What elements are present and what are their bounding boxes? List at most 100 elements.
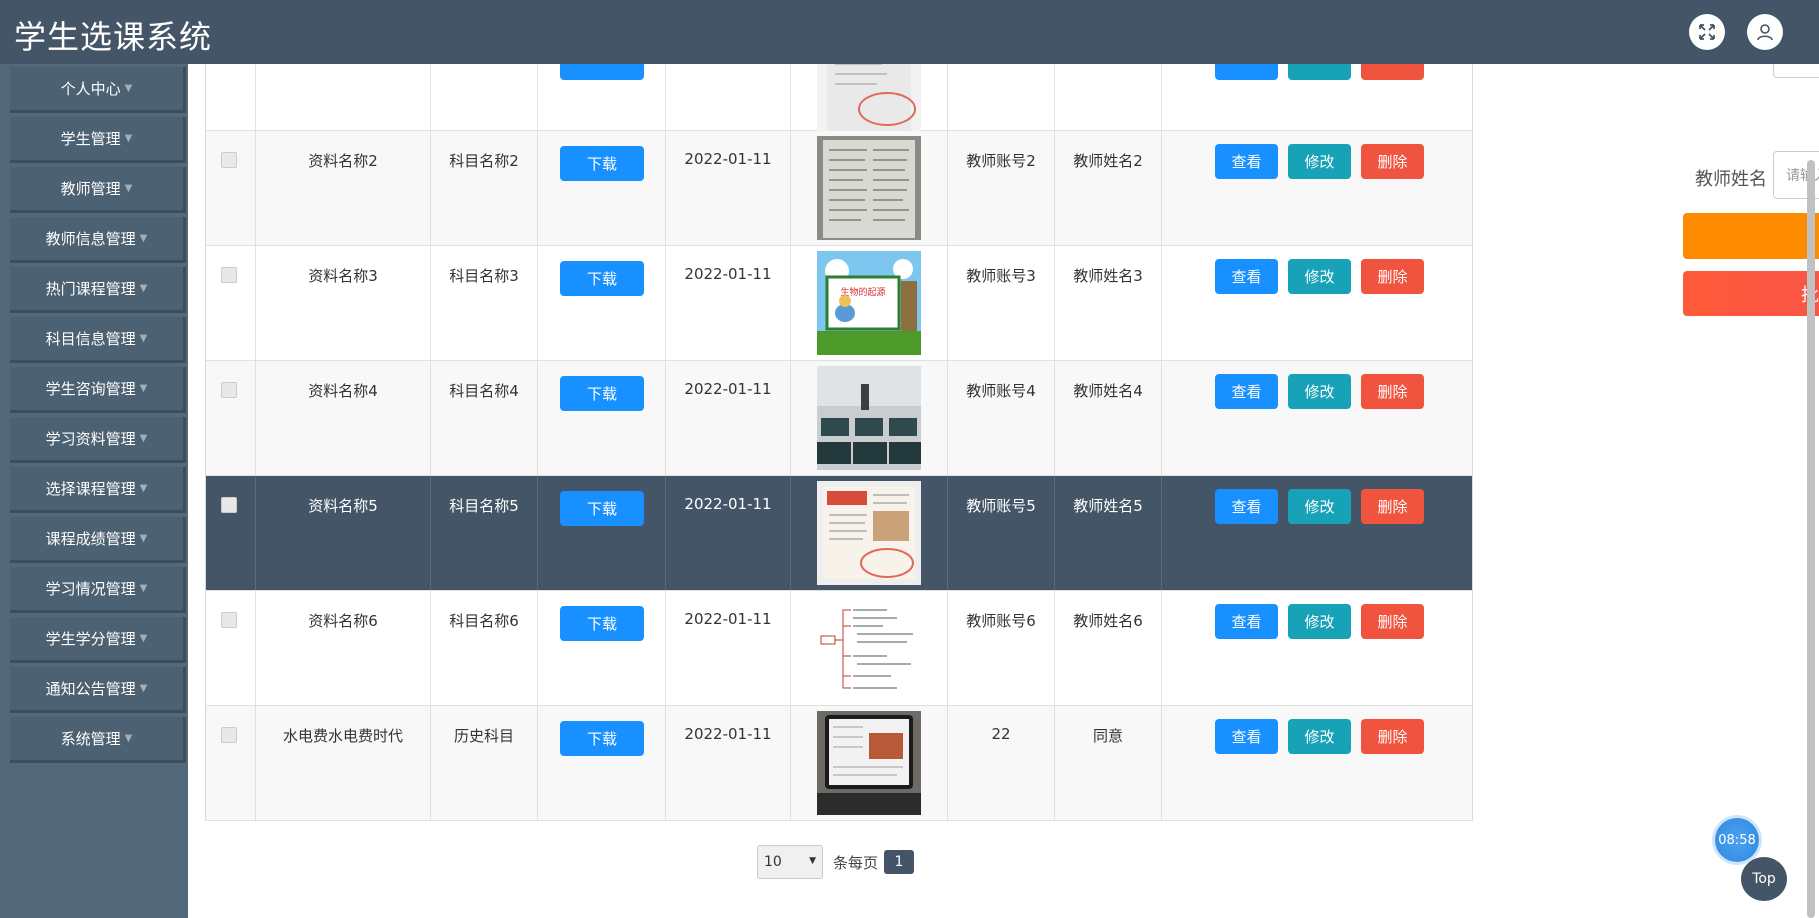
- sidebar-item-label: 学习资料管理: [45, 430, 136, 448]
- batch-delete-button[interactable]: 批量删除: [1683, 271, 1819, 316]
- sidebar-item-hot-courses[interactable]: 热门课程管理 ▼: [10, 267, 186, 313]
- upload-date: 2022-01-11: [666, 246, 791, 360]
- subject-name: 科目名称4: [431, 361, 538, 475]
- teacher-account: 22: [948, 706, 1055, 820]
- delete-button[interactable]: 删除: [1361, 374, 1424, 409]
- edit-button[interactable]: 修改: [1288, 604, 1351, 639]
- chevron-down-icon: ▼: [139, 433, 148, 444]
- delete-button[interactable]: [1361, 64, 1424, 80]
- sidebar-item-subject-info[interactable]: 科目信息管理 ▼: [10, 317, 186, 363]
- page-number-button[interactable]: 1: [884, 850, 915, 874]
- download-button[interactable]: [560, 64, 644, 80]
- sidebar-item-course-selection[interactable]: 选择课程管理 ▼: [10, 467, 186, 513]
- page-size-select[interactable]: 10 ▼: [757, 845, 823, 879]
- query-button[interactable]: 查询: [1683, 213, 1819, 259]
- top-bar: 学生选课系统: [0, 0, 1819, 64]
- view-button[interactable]: 查看: [1215, 259, 1278, 294]
- subject-name: 科目名称5: [431, 476, 538, 590]
- download-button[interactable]: 下载: [560, 721, 644, 756]
- edit-button[interactable]: 修改: [1288, 374, 1351, 409]
- download-button[interactable]: 下载: [560, 146, 644, 181]
- table-row: 资料名称5 科目名称5 下载 2022-01-11 教师账号5 教师姓名5 查看…: [205, 476, 1473, 591]
- sidebar-item-label: 个人中心: [60, 80, 121, 98]
- user-icon[interactable]: [1747, 14, 1783, 50]
- sidebar-item-students[interactable]: 学生管理 ▼: [10, 117, 186, 163]
- download-button[interactable]: 下载: [560, 261, 644, 296]
- sidebar-item-label: 学生学分管理: [45, 630, 136, 648]
- sidebar-item-materials[interactable]: 学习资料管理 ▼: [10, 417, 186, 463]
- row-checkbox[interactable]: [221, 727, 237, 743]
- sidebar-item-label: 科目信息管理: [45, 330, 136, 348]
- sidebar-item-announcements[interactable]: 通知公告管理 ▼: [10, 667, 186, 713]
- view-button[interactable]: [1215, 64, 1278, 80]
- sidebar-item-teacher-info[interactable]: 教师信息管理 ▼: [10, 217, 186, 263]
- view-button[interactable]: 查看: [1215, 719, 1278, 754]
- sidebar-item-credits[interactable]: 学生学分管理 ▼: [10, 617, 186, 663]
- row-checkbox[interactable]: [221, 612, 237, 628]
- back-to-top-button[interactable]: Top: [1741, 857, 1787, 901]
- chevron-down-icon: ▼: [124, 183, 133, 194]
- table-row: 资料名称6 科目名称6 下载 2022-01-11 教师账号6 教师姓名6 查看…: [205, 591, 1473, 706]
- page-size-value: 10: [764, 854, 782, 870]
- teacher-name: 教师姓名5: [1055, 476, 1162, 590]
- download-button[interactable]: 下载: [560, 606, 644, 641]
- download-button[interactable]: 下载: [560, 491, 644, 526]
- row-checkbox[interactable]: [221, 267, 237, 283]
- sidebar-item-learning-status[interactable]: 学习情况管理 ▼: [10, 567, 186, 613]
- chevron-down-icon: ▼: [139, 683, 148, 694]
- edit-button[interactable]: 修改: [1288, 144, 1351, 179]
- sidebar-item-grades[interactable]: 课程成绩管理 ▼: [10, 517, 186, 563]
- chevron-down-icon: ▼: [139, 583, 148, 594]
- subject-name: 历史科目: [431, 706, 538, 820]
- material-image: 生物的起源: [817, 251, 921, 355]
- row-checkbox[interactable]: [221, 152, 237, 168]
- upload-date: 2022-01-11: [666, 591, 791, 705]
- download-button[interactable]: 下载: [560, 376, 644, 411]
- row-checkbox[interactable]: [221, 382, 237, 398]
- sidebar-item-teachers[interactable]: 教师管理 ▼: [10, 167, 186, 213]
- edit-button[interactable]: 修改: [1288, 719, 1351, 754]
- subject-name: 科目名称3: [431, 246, 538, 360]
- view-button[interactable]: 查看: [1215, 374, 1278, 409]
- sidebar-item-label: 选择课程管理: [45, 480, 136, 498]
- delete-button[interactable]: 删除: [1361, 604, 1424, 639]
- chevron-down-icon: ▼: [139, 483, 148, 494]
- delete-button[interactable]: 删除: [1361, 489, 1424, 524]
- view-button[interactable]: 查看: [1215, 144, 1278, 179]
- sidebar-item-system[interactable]: 系统管理 ▼: [10, 717, 186, 763]
- vertical-scrollbar[interactable]: [1807, 160, 1815, 918]
- sidebar-item-label: 学习情况管理: [45, 580, 136, 598]
- view-button[interactable]: 查看: [1215, 604, 1278, 639]
- edit-button[interactable]: [1288, 64, 1351, 80]
- delete-button[interactable]: 删除: [1361, 719, 1424, 754]
- table-row: 资料名称3 科目名称3 下载 2022-01-11 生物的起源 教师账号3 教师…: [205, 246, 1473, 361]
- teacher-account: 教师账号4: [948, 361, 1055, 475]
- material-name: 资料名称6: [256, 591, 431, 705]
- sidebar-item-consultation[interactable]: 学生咨询管理 ▼: [10, 367, 186, 413]
- previous-field-input[interactable]: [1773, 64, 1819, 78]
- chevron-down-icon: ▼: [139, 233, 148, 244]
- teacher-name: 教师姓名6: [1055, 591, 1162, 705]
- teacher-name-label: 教师姓名: [1695, 169, 1767, 190]
- material-image: [817, 481, 921, 585]
- fullscreen-icon[interactable]: [1689, 14, 1725, 50]
- material-image: [817, 64, 921, 131]
- sidebar-item-label: 学生咨询管理: [45, 380, 136, 398]
- row-checkbox[interactable]: [221, 497, 237, 513]
- table-row: 水电费水电费时代 历史科目 下载 2022-01-11 22 同意 查看 修改 …: [205, 706, 1473, 821]
- chevron-down-icon: ▼: [124, 733, 133, 744]
- material-name: 资料名称3: [256, 246, 431, 360]
- sidebar-item-label: 通知公告管理: [45, 680, 136, 698]
- main-content: 资料名称2 科目名称2 下载 2022-01-11 教师账号2 教师姓名2 查看…: [188, 64, 1819, 918]
- edit-button[interactable]: 修改: [1288, 259, 1351, 294]
- delete-button[interactable]: 删除: [1361, 144, 1424, 179]
- teacher-account: 教师账号3: [948, 246, 1055, 360]
- chevron-down-icon: ▼: [139, 283, 148, 294]
- app-title: 学生选课系统: [14, 18, 213, 56]
- subject-name: 科目名称6: [431, 591, 538, 705]
- delete-button[interactable]: 删除: [1361, 259, 1424, 294]
- sidebar-item-personal-center[interactable]: 个人中心 ▼: [10, 67, 186, 113]
- edit-button[interactable]: 修改: [1288, 489, 1351, 524]
- view-button[interactable]: 查看: [1215, 489, 1278, 524]
- sidebar-item-label: 教师管理: [60, 180, 121, 198]
